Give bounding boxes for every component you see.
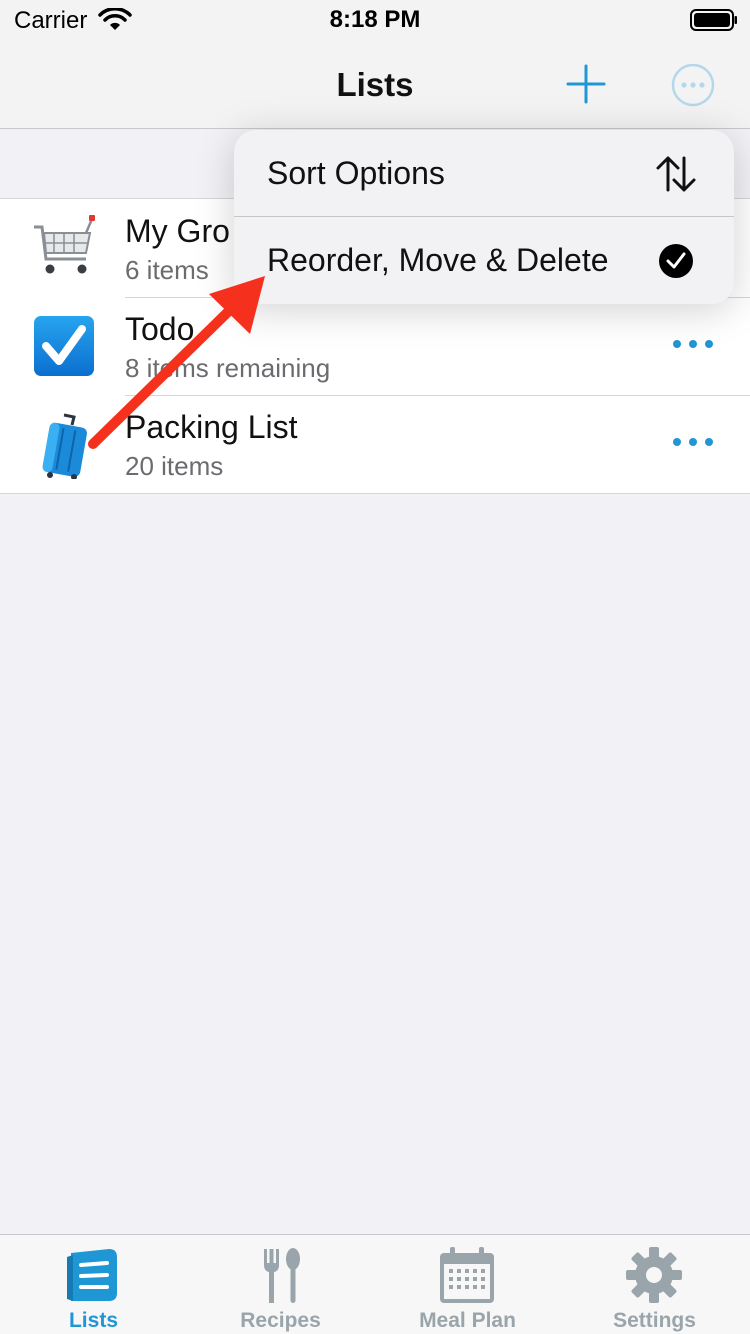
luggage-icon <box>42 413 87 479</box>
gear-icon <box>626 1247 682 1303</box>
battery-icon <box>690 9 737 31</box>
ellipsis-circle-icon[interactable] <box>670 64 716 110</box>
ellipsis-icon[interactable] <box>666 331 720 357</box>
navigation-bar: Lists <box>0 40 750 129</box>
page-title: Lists <box>336 66 414 103</box>
tab-recipes[interactable]: Recipes <box>187 1235 374 1334</box>
list-title: Packing List <box>125 409 298 445</box>
plus-icon[interactable] <box>566 64 606 104</box>
status-bar: Carrier 8:18 PM <box>0 0 750 40</box>
tab-bar: Lists Recipes Meal Plan Settings <box>0 1234 750 1334</box>
sort-arrows-icon <box>656 156 696 192</box>
sort-options-label: Sort Options <box>267 155 445 191</box>
list-subtitle: 20 items <box>125 451 224 481</box>
tab-lists[interactable]: Lists <box>0 1235 187 1334</box>
tab-label: Lists <box>68 1309 118 1332</box>
options-menu: Sort Options Reorder, Move & Delete <box>234 130 734 304</box>
tab-label: Recipes <box>240 1309 321 1332</box>
list-item[interactable]: Packing List 20 items <box>0 395 750 493</box>
fork-spoon-icon <box>264 1248 300 1303</box>
reorder-menu-item[interactable]: Reorder, Move & Delete <box>234 217 734 304</box>
reorder-label: Reorder, Move & Delete <box>267 242 609 278</box>
list-item[interactable]: Todo 8 items remaining <box>0 297 750 395</box>
ellipsis-icon[interactable] <box>666 429 720 455</box>
tab-label: Meal Plan <box>419 1309 516 1332</box>
calendar-icon <box>440 1247 494 1303</box>
shopping-cart-icon <box>34 215 95 274</box>
lists-icon <box>67 1249 117 1301</box>
checkbox-icon <box>34 316 94 376</box>
tab-meal-plan[interactable]: Meal Plan <box>374 1235 561 1334</box>
status-time: 8:18 PM <box>329 6 421 33</box>
list-title: Todo <box>125 311 195 347</box>
list-title: My Gro <box>125 213 230 249</box>
list-subtitle: 6 items <box>125 255 209 285</box>
list-subtitle: 8 items remaining <box>125 353 331 383</box>
tab-label: Settings <box>613 1309 696 1332</box>
checkmark-circle-icon <box>659 244 693 278</box>
tab-settings[interactable]: Settings <box>561 1235 748 1334</box>
sort-options-menu-item[interactable]: Sort Options <box>234 130 734 217</box>
